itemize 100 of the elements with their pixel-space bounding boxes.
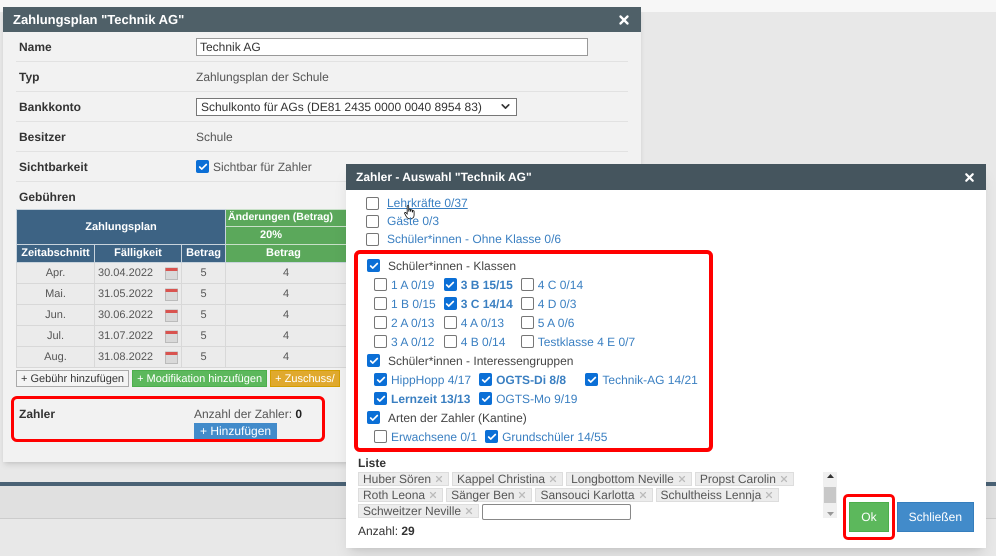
field-value: Zahlungsplan der Schule [196, 68, 329, 86]
checkbox[interactable] [520, 335, 534, 348]
name-tag: Schweitzer Neville [358, 504, 480, 518]
name-field[interactable]: Technik AG [196, 38, 588, 56]
option-link[interactable]: 3 C 14/14 [460, 294, 513, 312]
option-link[interactable]: HippHopp 4/17 [391, 370, 472, 388]
checkbox[interactable] [520, 297, 534, 310]
checkbox[interactable] [374, 335, 387, 348]
dialog-button[interactable]: Schließen [896, 502, 974, 532]
checkbox[interactable] [374, 316, 387, 329]
option-link[interactable]: 5 A 0/6 [538, 314, 574, 332]
option-link[interactable]: 1 B 0/15 [391, 294, 436, 312]
tag-input[interactable] [482, 504, 632, 520]
scrollbar[interactable] [823, 472, 837, 518]
close-icon[interactable] [963, 170, 976, 184]
list-count: Anzahl: 29 [358, 523, 416, 540]
group-label: Schüler*innen - Klassen [388, 258, 516, 274]
section-label: Gebühren [18, 189, 76, 206]
checkbox[interactable] [367, 354, 380, 367]
checkbox[interactable] [444, 297, 457, 310]
option-link[interactable]: 4 D 0/3 [538, 294, 576, 312]
option-link[interactable]: OGTS-Di 8/8 [496, 370, 566, 388]
payer-count: Anzahl der Zahler: 0 [194, 406, 302, 423]
field-value: Schule [196, 128, 233, 146]
option-link[interactable]: Lehrkräfte 0/37 [387, 194, 468, 212]
checkbox[interactable] [479, 373, 492, 386]
checkbox[interactable] [374, 430, 387, 443]
checkbox[interactable] [366, 196, 379, 210]
name-tag: Sansouci Karlotta [535, 488, 653, 502]
checkbox[interactable] [479, 392, 492, 405]
table-cell: 5 [200, 350, 207, 363]
checkbox[interactable] [374, 392, 387, 405]
option-link[interactable]: Gäste 0/3 [387, 212, 440, 230]
checkbox[interactable] [585, 373, 598, 386]
add-button[interactable]: + Modifikation hinzufügen [132, 370, 268, 387]
option-link[interactable]: OGTS-Mo 9/19 [496, 390, 578, 408]
option-link[interactable]: 4 A 0/13 [460, 314, 504, 332]
calendar-icon[interactable] [165, 288, 178, 300]
field-label: Bankkonto [18, 98, 82, 116]
column-header: Zeitabschnitt [16, 244, 94, 262]
option-link[interactable]: 4 B 0/14 [460, 332, 506, 350]
name-tag: Longbottom Neville [566, 472, 692, 486]
table-cell: Apr. [46, 266, 66, 279]
close-icon[interactable] [617, 12, 631, 26]
account-select[interactable]: Schulkonto für AGs (DE81 2435 0000 0040 8954 83) [196, 98, 517, 116]
table-cell-text: 31.07.2022 [98, 328, 154, 344]
scroll-up-icon[interactable] [826, 474, 834, 478]
checkbox[interactable] [374, 297, 387, 310]
field-label: Sichtbarkeit [18, 158, 89, 176]
column-header: Betrag [226, 244, 347, 262]
calendar-icon[interactable] [165, 350, 178, 364]
checkbox[interactable] [374, 373, 387, 386]
table-cell: 5 [200, 308, 207, 321]
table-cell: 4 [283, 330, 290, 342]
option-link[interactable]: 3 B 15/15 [460, 276, 513, 294]
option-link[interactable]: Testklasse 4 E 0/7 [538, 332, 636, 350]
add-button[interactable]: + Zuschuss/ [270, 370, 340, 387]
option-link[interactable]: 3 A 0/12 [391, 332, 434, 350]
checkbox[interactable] [520, 278, 534, 291]
option-link[interactable]: 1 A 0/19 [391, 276, 434, 294]
name-tag: Kappel Christina [452, 472, 564, 486]
checkbox[interactable] [367, 259, 380, 272]
calendar-icon[interactable] [165, 330, 178, 342]
option-link[interactable]: Schüler*innen - Ohne Klasse 0/6 [387, 230, 562, 248]
calendar-icon[interactable] [165, 308, 178, 322]
checkbox[interactable] [444, 316, 457, 329]
table-cell: Jul. [46, 330, 64, 342]
table-cell: 4 [283, 266, 290, 279]
checkbox[interactable] [520, 316, 534, 329]
table-cell: 4 [283, 288, 290, 300]
checkbox[interactable] [485, 430, 498, 443]
checkbox[interactable] [196, 160, 209, 173]
add-payer-button[interactable]: + Hinzufügen [194, 423, 278, 439]
calendar-icon[interactable] [165, 266, 178, 280]
checkbox[interactable] [366, 232, 379, 246]
table-cell: 5 [200, 288, 207, 300]
table-cell: Mai. [45, 288, 66, 300]
option-link[interactable]: Erwachsene 0/1 [391, 428, 478, 446]
name-tag: Huber Sören [358, 472, 450, 486]
checkbox[interactable] [367, 411, 380, 424]
checkbox[interactable] [366, 214, 379, 228]
section-label: Zahler [18, 406, 56, 423]
table-cell: 4 [283, 308, 290, 321]
option-link[interactable]: Grundschüler 14/55 [502, 428, 608, 446]
option-link[interactable]: 2 A 0/13 [391, 314, 434, 332]
table-cell: 5 [200, 330, 207, 342]
table-cell-text: 30.04.2022 [98, 266, 154, 281]
option-link[interactable]: Lernzeit 13/13 [391, 390, 470, 408]
checkbox[interactable] [374, 278, 387, 291]
option-link[interactable]: 4 C 0/14 [538, 276, 584, 294]
scroll-down-icon[interactable] [826, 512, 834, 516]
dialog-button[interactable]: Ok [849, 502, 889, 532]
column-header: Betrag [182, 244, 226, 262]
checkbox[interactable] [444, 278, 457, 291]
add-button[interactable]: + Gebühr hinzufügen [16, 370, 130, 387]
name-tag: Schultheiss Lennja [656, 488, 780, 502]
checkbox[interactable] [444, 335, 457, 348]
field-label: Name [18, 38, 53, 56]
option-link[interactable]: Technik-AG 14/21 [602, 370, 698, 388]
name-tag: Propst Carolin [694, 472, 794, 486]
